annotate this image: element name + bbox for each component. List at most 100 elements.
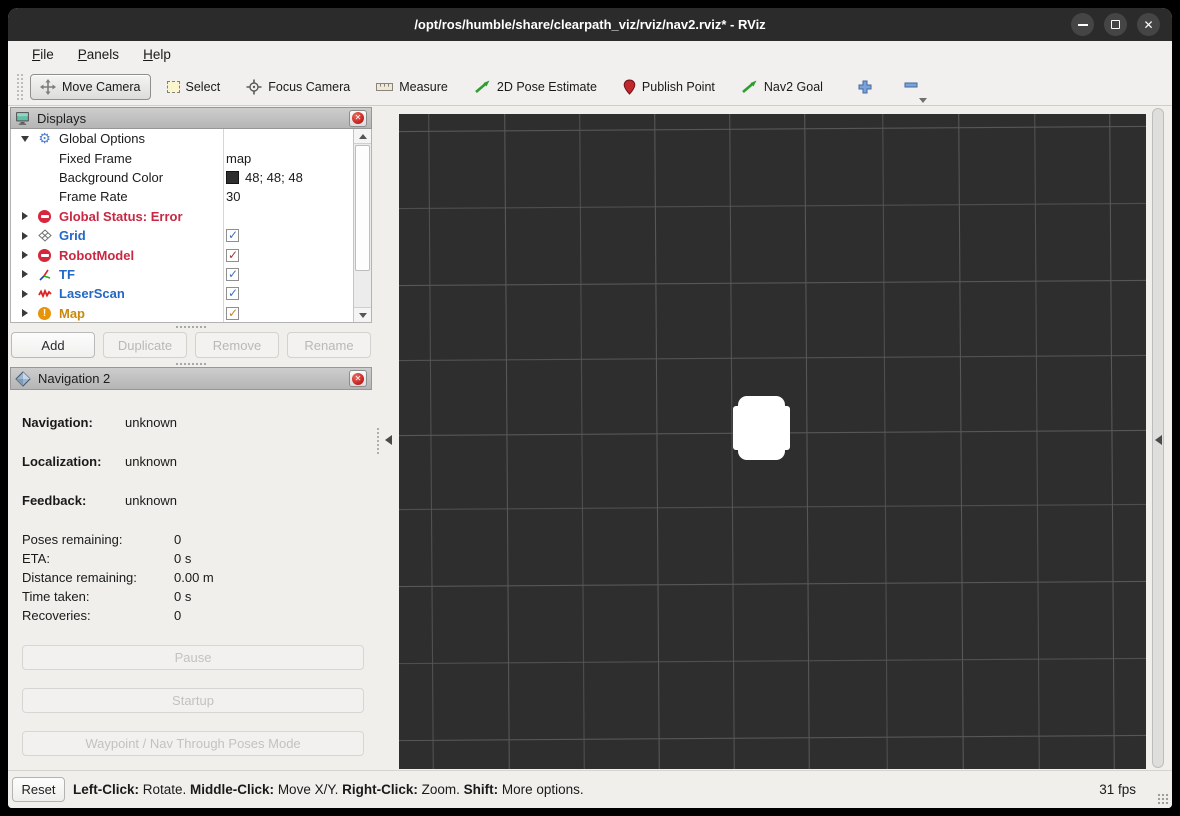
tree-row-robot-model[interactable]: RobotModel [11, 245, 354, 264]
panel-close-icon: ✕ [352, 373, 364, 385]
collapse-expander-icon[interactable] [19, 270, 31, 278]
pose-estimate-arrow-icon [474, 79, 491, 94]
reset-button[interactable]: Reset [12, 777, 65, 802]
tool-move-camera[interactable]: Move Camera [30, 74, 151, 100]
tool-label: Nav2 Goal [764, 80, 823, 94]
tool-label: 2D Pose Estimate [497, 80, 597, 94]
remove-button[interactable]: Remove [195, 332, 279, 358]
map-checkbox[interactable] [226, 307, 239, 320]
displays-button-row: Add Duplicate Remove Rename [10, 332, 372, 358]
stat-value: 0 s [174, 589, 191, 604]
titlebar[interactable]: /opt/ros/humble/share/clearpath_viz/rviz… [8, 8, 1172, 41]
menubar: File Panels Help [8, 41, 1172, 68]
close-button[interactable]: ✕ [1137, 13, 1160, 36]
nav-status-row: Feedback: unknown [22, 493, 177, 508]
tree-item-label: Global Status: Error [59, 209, 183, 224]
panel-splitter-handle[interactable] [176, 363, 206, 365]
property-value[interactable]: 30 [226, 189, 240, 204]
minus-icon [903, 77, 919, 93]
stat-label: Distance remaining: [22, 570, 174, 585]
tree-row-global-status[interactable]: Global Status: Error [11, 207, 354, 226]
gear-icon: ⚙ [37, 132, 52, 145]
tree-scrollbar[interactable] [353, 129, 371, 322]
tool-publish-point[interactable]: Publish Point [623, 79, 715, 95]
robot-model [738, 396, 785, 460]
stat-label: Poses remaining: [22, 532, 174, 547]
panel-collapse-handle[interactable] [377, 428, 397, 454]
collapse-expander-icon[interactable] [19, 290, 31, 298]
views-panel-collapse-handle[interactable] [1152, 108, 1164, 768]
rename-button[interactable]: Rename [287, 332, 371, 358]
property-label: Background Color [59, 170, 163, 185]
collapse-expander-icon[interactable] [19, 251, 31, 259]
tool-select[interactable]: Select [167, 80, 221, 94]
minimize-icon [1078, 24, 1088, 26]
collapse-left-icon [385, 435, 392, 445]
arrow-down-icon [359, 313, 367, 318]
tree-row-tf[interactable]: TF [11, 265, 354, 284]
publish-point-pin-icon [623, 79, 636, 95]
displays-panel-title: Displays [37, 111, 349, 126]
tool-2d-pose-estimate[interactable]: 2D Pose Estimate [474, 79, 597, 94]
tool-add[interactable] [857, 79, 873, 95]
tree-row-grid[interactable]: Grid [11, 226, 354, 245]
nav-stat-row: ETA: 0 s [22, 551, 191, 566]
statusbar: Reset Left-Click: Rotate. Middle-Click: … [8, 770, 1172, 808]
nav2-panel-header[interactable]: Navigation 2 ✕ [10, 367, 372, 390]
dropdown-arrow-icon[interactable] [919, 98, 927, 103]
displays-close-button[interactable]: ✕ [349, 110, 367, 127]
resize-grip[interactable] [1157, 793, 1169, 805]
collapse-expander-icon[interactable] [19, 309, 31, 317]
menu-file[interactable]: File [22, 43, 64, 66]
tree-row-fixed-frame[interactable]: Fixed Frame map [11, 148, 354, 167]
tool-nav2-goal[interactable]: Nav2 Goal [741, 79, 823, 94]
tf-checkbox[interactable] [226, 268, 239, 281]
panel-splitter-handle[interactable] [176, 326, 206, 328]
tool-remove[interactable] [903, 77, 919, 96]
maximize-button[interactable] [1104, 13, 1127, 36]
tree-row-background-color[interactable]: Background Color 48; 48; 48 [11, 168, 354, 187]
nav2-panel-title: Navigation 2 [38, 371, 349, 386]
tree-row-map[interactable]: ! Map [11, 304, 354, 323]
property-label: Fixed Frame [59, 151, 132, 166]
tree-item-label: TF [59, 267, 75, 282]
status-label: Localization: [22, 454, 125, 469]
scrollbar-thumb[interactable] [355, 145, 370, 271]
robot-model-checkbox[interactable] [226, 249, 239, 262]
menu-help[interactable]: Help [133, 43, 181, 66]
color-swatch[interactable] [226, 171, 239, 184]
tree-row-frame-rate[interactable]: Frame Rate 30 [11, 187, 354, 206]
collapse-expander-icon[interactable] [19, 232, 31, 240]
nav2-close-button[interactable]: ✕ [349, 370, 367, 387]
tree-row-global-options[interactable]: ⚙ Global Options [11, 129, 354, 148]
tool-focus-camera[interactable]: Focus Camera [246, 79, 350, 95]
tool-measure[interactable]: Measure [376, 80, 448, 94]
arrow-up-icon [359, 134, 367, 139]
duplicate-button[interactable]: Duplicate [103, 332, 187, 358]
startup-button[interactable]: Startup [22, 688, 364, 713]
tool-label: Select [186, 80, 221, 94]
menu-panels[interactable]: Panels [68, 43, 129, 66]
stat-label: Recoveries: [22, 608, 174, 623]
pause-button[interactable]: Pause [22, 645, 364, 670]
laser-scan-checkbox[interactable] [226, 287, 239, 300]
maximize-icon [1111, 20, 1120, 29]
displays-tree: ⚙ Global Options Fixed Frame map Backgro… [10, 129, 372, 323]
displays-panel-header[interactable]: Displays ✕ [10, 107, 372, 129]
waypoint-mode-button[interactable]: Waypoint / Nav Through Poses Mode [22, 731, 364, 756]
tool-label: Move Camera [62, 80, 141, 94]
tree-row-laser-scan[interactable]: LaserScan [11, 284, 354, 303]
property-value[interactable]: map [226, 151, 251, 166]
add-button[interactable]: Add [11, 332, 95, 358]
scroll-down-button[interactable] [354, 307, 372, 322]
collapse-expander-icon[interactable] [19, 212, 31, 220]
property-value[interactable]: 48; 48; 48 [245, 170, 303, 185]
minimize-button[interactable] [1071, 13, 1094, 36]
grid-checkbox[interactable] [226, 229, 239, 242]
scroll-up-button[interactable] [354, 129, 372, 144]
status-value: unknown [125, 454, 177, 469]
collapse-expander-icon[interactable] [19, 136, 31, 142]
3d-viewport[interactable] [399, 114, 1146, 769]
nav-status-row: Navigation: unknown [22, 415, 177, 430]
toolbar-drag-handle[interactable] [16, 73, 24, 101]
